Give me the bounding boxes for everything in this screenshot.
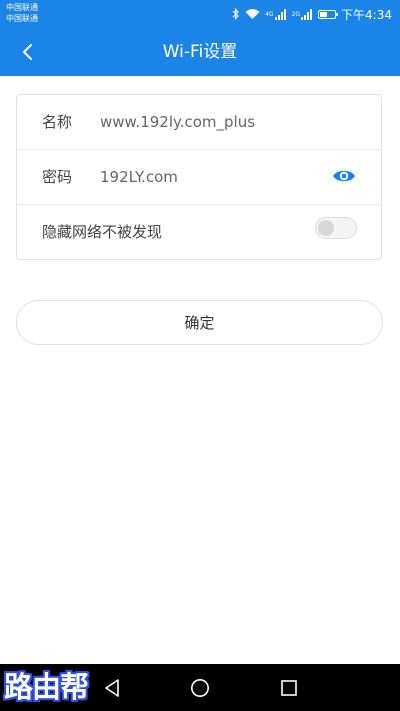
status-bar: 中国联通 中国联通 4G 2G 下午4:34: [0, 0, 400, 28]
home-circle-icon: [191, 679, 209, 697]
name-label: 名称: [42, 113, 73, 131]
navigation-bar: 路由帮: [0, 664, 400, 711]
hide-network-toggle[interactable]: [315, 217, 357, 239]
carrier-1: 中国联通: [6, 3, 38, 12]
app-bar: Wi-Fi设置: [0, 28, 400, 76]
signal-icon: 4G: [265, 8, 286, 20]
carrier-info: 中国联通 中国联通: [6, 2, 38, 24]
status-icons: 4G 2G 下午4:34: [232, 5, 392, 23]
password-input[interactable]: 192LY.com: [100, 150, 320, 205]
carrier-2: 中国联通: [6, 14, 38, 23]
confirm-button[interactable]: 确定: [16, 300, 383, 345]
wifi-icon: [245, 8, 260, 20]
watermark-logo: 路由帮: [4, 670, 89, 704]
hide-network-row: 隐藏网络不被发现: [17, 205, 381, 259]
status-time: 下午4:34: [341, 7, 392, 22]
password-row: 密码 192LY.com: [17, 150, 381, 205]
hide-network-label: 隐藏网络不被发现: [42, 223, 163, 241]
nav-recents-button[interactable]: [276, 675, 302, 701]
nav-back-button[interactable]: [99, 675, 125, 701]
name-input[interactable]: www.192ly.com_plus: [100, 95, 320, 150]
recents-square-icon: [281, 680, 297, 696]
eye-icon: [333, 170, 355, 182]
signal-icon: 2G: [292, 8, 313, 20]
password-label: 密码: [42, 168, 73, 186]
back-triangle-icon: [105, 679, 119, 697]
nav-home-button[interactable]: [187, 675, 213, 701]
wifi-settings-form: 名称 www.192ly.com_plus 密码 192LY.com 隐藏网络不…: [16, 94, 382, 260]
page-title: Wi-Fi设置: [162, 42, 238, 62]
bluetooth-icon: [232, 8, 240, 20]
back-button[interactable]: [10, 34, 46, 70]
battery-icon: [318, 9, 339, 19]
name-row: 名称 www.192ly.com_plus: [17, 95, 381, 150]
toggle-knob: [318, 220, 334, 236]
back-arrow-icon: [23, 44, 32, 60]
show-password-button[interactable]: [331, 165, 357, 187]
